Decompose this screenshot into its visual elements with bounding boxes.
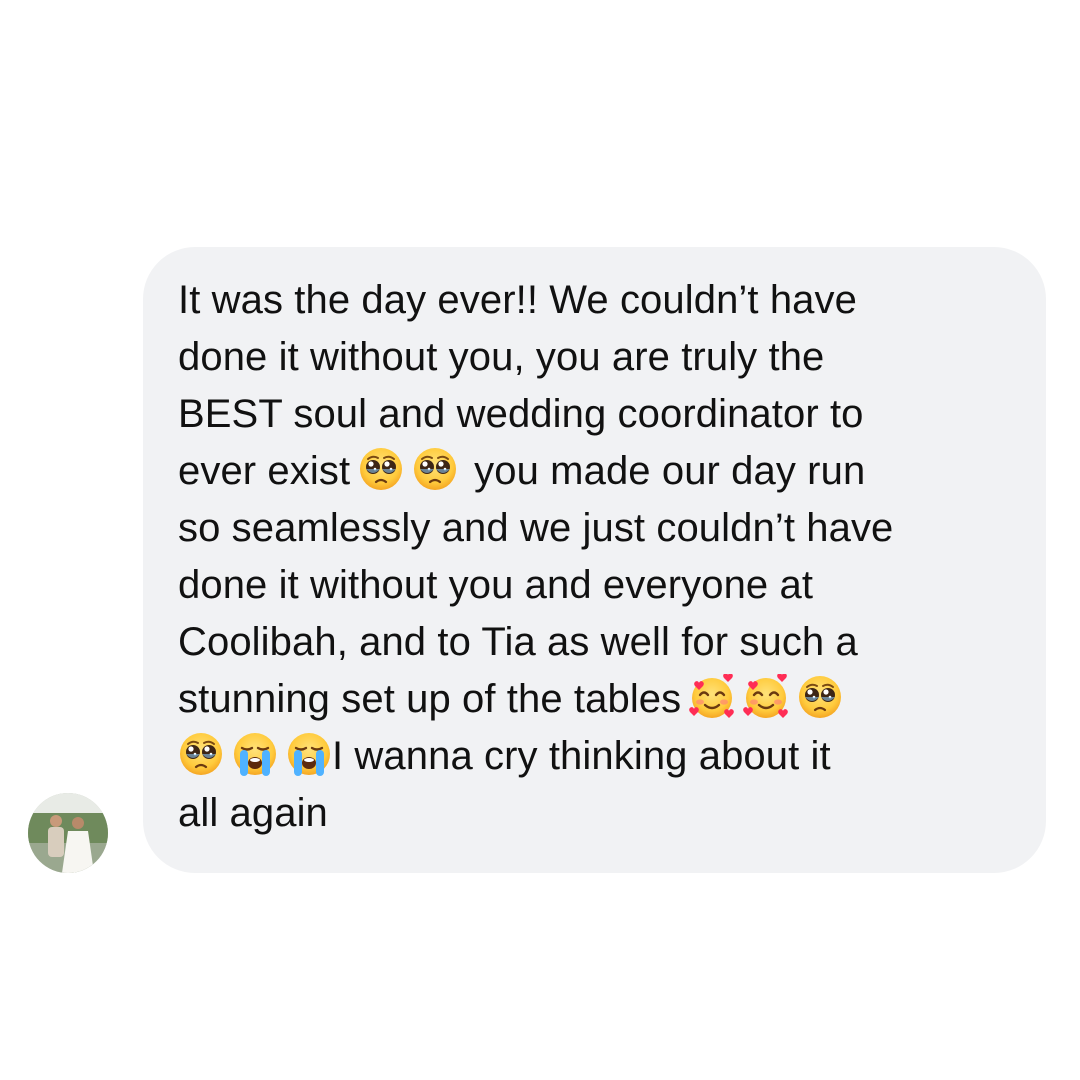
- message-line: It was the day ever!! We couldn’t have: [178, 278, 857, 322]
- message-bubble[interactable]: It was the day ever!! We couldn’t have d…: [143, 247, 1046, 873]
- smiling-face-with-hearts-icon: [689, 674, 735, 720]
- message-line: all again: [178, 791, 328, 835]
- message-text: It was the day ever!! We couldn’t have d…: [178, 272, 1016, 842]
- message-line: done it without you and everyone at: [178, 563, 814, 607]
- pleading-face-icon: [797, 674, 843, 720]
- pleading-face-icon: [178, 731, 224, 777]
- pleading-face-icon: [412, 446, 458, 492]
- message-line: ever exist you made our day run: [178, 443, 1016, 500]
- loudly-crying-face-icon: [286, 731, 332, 777]
- message-line: I wanna cry thinking about it: [178, 728, 1016, 785]
- message-line: BEST soul and wedding coordinator to: [178, 392, 864, 436]
- pleading-face-icon: [358, 446, 404, 492]
- avatar-photo-icon: [28, 793, 108, 873]
- loudly-crying-face-icon: [232, 731, 278, 777]
- message-line-text: you made our day run: [474, 449, 866, 493]
- message-line-text: I wanna cry thinking about it: [332, 734, 831, 778]
- message-line: stunning set up of the tables: [178, 671, 1016, 728]
- message-line: done it without you, you are truly the: [178, 335, 825, 379]
- smiling-face-with-hearts-icon: [743, 674, 789, 720]
- avatar[interactable]: [28, 793, 108, 873]
- message-line-text: stunning set up of the tables: [178, 677, 682, 721]
- message-line: so seamlessly and we just couldn’t have: [178, 506, 894, 550]
- message-line: Coolibah, and to Tia as well for such a: [178, 620, 858, 664]
- message-line-text: ever exist: [178, 449, 351, 493]
- message-row: It was the day ever!! We couldn’t have d…: [0, 0, 1080, 1080]
